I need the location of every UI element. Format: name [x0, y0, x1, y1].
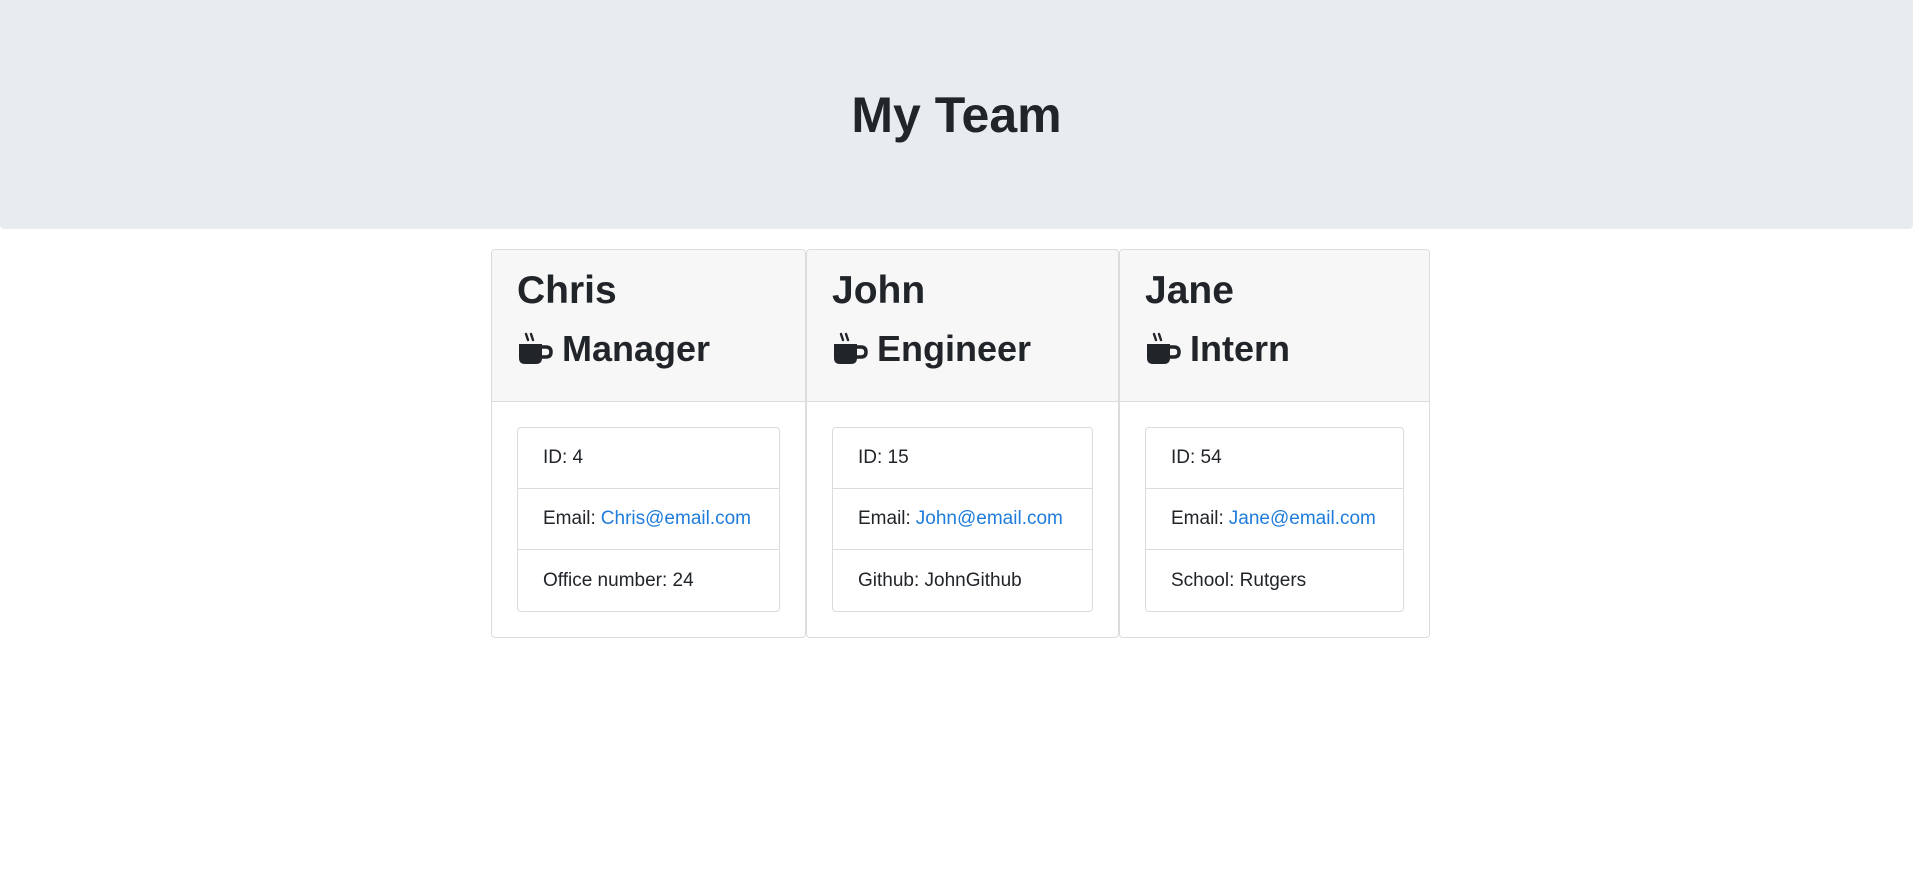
employee-id: ID: 4	[518, 428, 779, 489]
coffee-mug-icon	[1145, 331, 1181, 367]
employee-id: ID: 54	[1146, 428, 1403, 489]
employee-name: Chris	[517, 269, 617, 312]
card-body: ID: 54 Email: Jane@email.com School: Rut…	[1120, 402, 1429, 637]
card-header: Chris Manager	[492, 250, 805, 402]
role-label: Engineer	[877, 328, 1032, 369]
coffee-mug-icon	[517, 331, 553, 367]
card-header: Jane Intern	[1120, 250, 1429, 402]
page-header: My Team	[0, 0, 1913, 229]
employee-email-row: Email: Chris@email.com	[518, 489, 779, 550]
employee-office-number: Office number: 24	[543, 569, 694, 591]
card-body: ID: 15 Email: John@email.com Github: Joh…	[807, 402, 1118, 637]
role-label: Intern	[1190, 328, 1291, 369]
employee-role: Manager	[517, 327, 780, 370]
employee-role: Engineer	[832, 327, 1093, 370]
email-link[interactable]: John@email.com	[916, 508, 1063, 530]
employee-card: John Engineer ID: 15 Email: John@email.c…	[806, 249, 1119, 638]
employee-role: Intern	[1145, 327, 1404, 370]
page-title: My Team	[851, 86, 1062, 143]
employee-details: ID: 15 Email: John@email.com Github: Joh…	[832, 427, 1093, 612]
card-header: John Engineer	[807, 250, 1118, 402]
employee-card: Chris Manager ID: 4 Email: Chris@email.c…	[491, 249, 806, 638]
employee-details: ID: 54 Email: Jane@email.com School: Rut…	[1145, 427, 1404, 612]
coffee-mug-icon	[832, 331, 868, 367]
team-cards: Chris Manager ID: 4 Email: Chris@email.c…	[491, 249, 1430, 638]
email-link[interactable]: Jane@email.com	[1229, 508, 1376, 530]
employee-school: School: Rutgers	[1171, 569, 1307, 591]
employee-name: Jane	[1145, 269, 1234, 312]
email-link[interactable]: Chris@email.com	[601, 508, 751, 530]
employee-github: Github: JohnGithub	[858, 569, 1022, 591]
employee-details: ID: 4 Email: Chris@email.com Office numb…	[517, 427, 780, 612]
employee-email-row: Email: Jane@email.com	[1146, 489, 1403, 550]
employee-email-row: Email: John@email.com	[833, 489, 1092, 550]
email-label: Email:	[1171, 508, 1224, 529]
email-label: Email:	[858, 508, 911, 529]
card-body: ID: 4 Email: Chris@email.com Office numb…	[492, 402, 805, 637]
role-label: Manager	[562, 328, 711, 369]
employee-id: ID: 15	[833, 428, 1092, 489]
email-label: Email:	[543, 508, 596, 529]
employee-name: John	[832, 269, 926, 312]
employee-card: Jane Intern ID: 54 Email: Jane@email.com	[1119, 249, 1430, 638]
